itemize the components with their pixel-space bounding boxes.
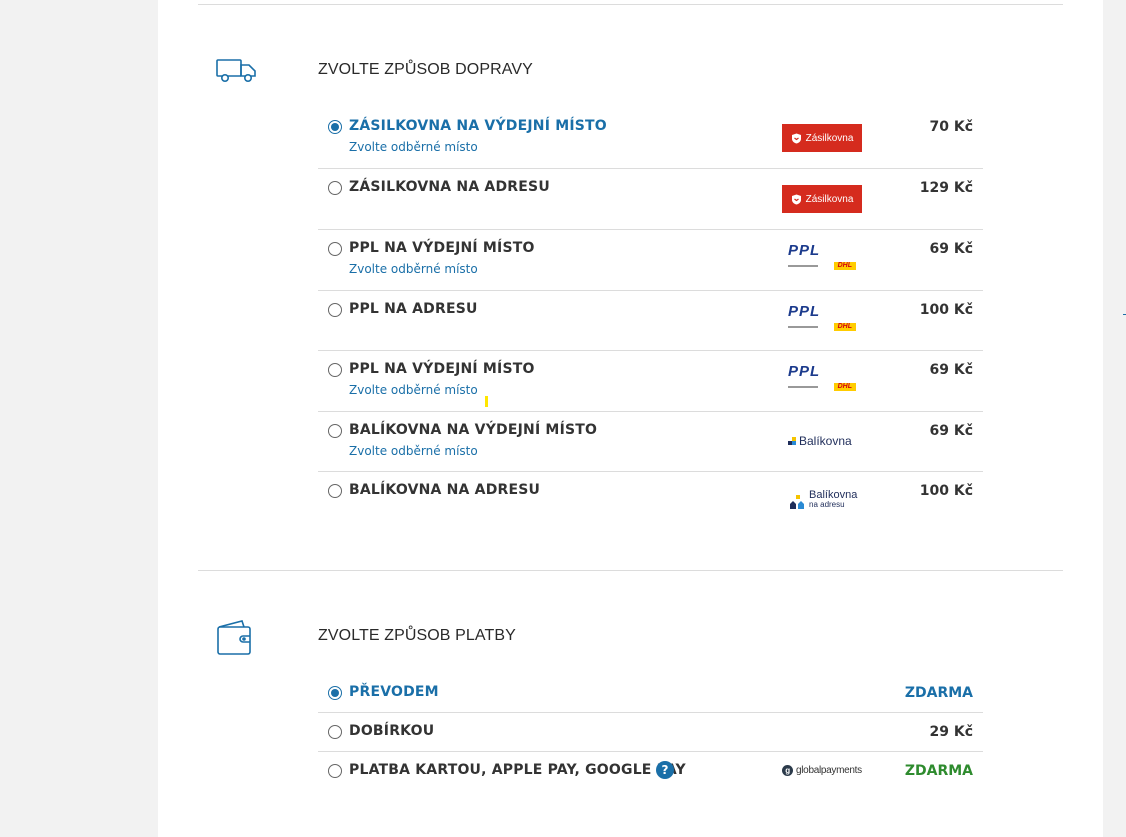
- option-price: 100 Kč: [919, 302, 973, 318]
- payment-option-bank-transfer[interactable]: PŘEVODEM ZDARMA: [318, 674, 983, 713]
- option-price: 70 Kč: [929, 119, 973, 135]
- houses-icon: [790, 495, 804, 509]
- option-label[interactable]: DOBÍRKOU: [349, 723, 434, 739]
- shipping-option-balikovna-address[interactable]: BALÍKOVNA NA ADRESU Balíkovna na adresu …: [318, 472, 983, 532]
- balikovna-logo: Balíkovna: [788, 433, 852, 449]
- radio-button[interactable]: [328, 484, 342, 498]
- zasilkovna-logo: Zásilkovna: [782, 124, 862, 152]
- option-price: ZDARMA: [904, 685, 973, 701]
- shield-icon: [791, 133, 801, 143]
- payment-option-cash-on-delivery[interactable]: DOBÍRKOU 29 Kč: [318, 713, 983, 752]
- shipping-options: ZÁSILKOVNA NA VÝDEJNÍ MÍSTO Zvolte odběr…: [318, 108, 983, 532]
- choose-pickup-point-link[interactable]: Zvolte odběrné místo: [349, 262, 478, 276]
- radio-button[interactable]: [328, 120, 342, 134]
- choose-pickup-point-link[interactable]: Zvolte odběrné místo: [349, 444, 478, 458]
- radio-button[interactable]: [328, 303, 342, 317]
- shipping-title: ZVOLTE ZPŮSOB DOPRAVY: [318, 61, 533, 78]
- shield-icon: [791, 194, 801, 204]
- option-label[interactable]: BALÍKOVNA NA ADRESU: [349, 482, 540, 498]
- zasilkovna-logo: Zásilkovna: [782, 185, 862, 213]
- ppl-logo: PPL DHL: [788, 243, 856, 274]
- divider: [198, 570, 1063, 571]
- choose-pickup-point-link[interactable]: Zvolte odběrné místo: [349, 383, 478, 397]
- balikovna-address-logo: Balíkovna na adresu: [790, 490, 857, 510]
- radio-button[interactable]: [328, 686, 342, 700]
- option-label[interactable]: PPL NA VÝDEJNÍ MÍSTO: [349, 240, 535, 256]
- shipping-option-balikovna-pickup[interactable]: BALÍKOVNA NA VÝDEJNÍ MÍSTO Zvolte odběrn…: [318, 412, 983, 472]
- wallet-icon: [216, 619, 254, 661]
- shipping-option-ppl-pickup[interactable]: PPL NA VÝDEJNÍ MÍSTO Zvolte odběrné míst…: [318, 230, 983, 291]
- help-icon[interactable]: ?: [656, 761, 674, 779]
- option-price: ZDARMA: [904, 763, 973, 779]
- radio-button[interactable]: [328, 764, 342, 778]
- payment-option-card[interactable]: PLATBA KARTOU, APPLE PAY, GOOGLE PAY ? g…: [318, 752, 983, 791]
- shipping-option-zasilkovna-address[interactable]: ZÁSILKOVNA NA ADRESU Zásilkovna 129 Kč: [318, 169, 983, 230]
- ppl-logo: PPL DHL: [788, 304, 856, 335]
- option-price: 69 Kč: [929, 362, 973, 378]
- option-price: 100 Kč: [919, 483, 973, 499]
- option-label[interactable]: ZÁSILKOVNA NA ADRESU: [349, 179, 550, 195]
- divider: [198, 4, 1063, 5]
- choose-pickup-point-link[interactable]: Zvolte odběrné místo: [349, 140, 478, 154]
- option-price: 29 Kč: [929, 724, 973, 740]
- option-label[interactable]: PŘEVODEM: [349, 684, 439, 700]
- radio-button[interactable]: [328, 424, 342, 438]
- shipping-option-ppl-pickup-2[interactable]: PPL NA VÝDEJNÍ MÍSTO Zvolte odběrné míst…: [318, 351, 983, 412]
- balikovna-mark-icon: [788, 437, 796, 445]
- option-label[interactable]: ZÁSILKOVNA NA VÝDEJNÍ MÍSTO: [349, 118, 607, 134]
- radio-button[interactable]: [328, 242, 342, 256]
- radio-button[interactable]: [328, 181, 342, 195]
- truck-icon: [216, 58, 258, 88]
- option-price: 69 Kč: [929, 423, 973, 439]
- radio-button[interactable]: [328, 363, 342, 377]
- globalpayments-logo: g globalpayments: [782, 765, 862, 776]
- option-price: 69 Kč: [929, 241, 973, 257]
- ppl-logo: PPL DHL: [788, 364, 856, 395]
- option-price: 129 Kč: [919, 180, 973, 196]
- payment-options: PŘEVODEM ZDARMA DOBÍRKOU 29 Kč PLATBA KA…: [318, 674, 983, 791]
- option-label[interactable]: PLATBA KARTOU, APPLE PAY, GOOGLE PAY: [349, 762, 686, 778]
- radio-button[interactable]: [328, 725, 342, 739]
- option-label[interactable]: PPL NA VÝDEJNÍ MÍSTO: [349, 361, 535, 377]
- shipping-option-zasilkovna-pickup[interactable]: ZÁSILKOVNA NA VÝDEJNÍ MÍSTO Zvolte odběr…: [318, 108, 983, 169]
- shipping-option-ppl-address[interactable]: PPL NA ADRESU PPL DHL 100 Kč: [318, 291, 983, 351]
- option-label[interactable]: BALÍKOVNA NA VÝDEJNÍ MÍSTO: [349, 422, 597, 438]
- highlight-mark: [485, 396, 488, 407]
- checkout-panel: ZVOLTE ZPŮSOB DOPRAVY ZÁSILKOVNA NA VÝDE…: [158, 0, 1103, 837]
- option-label[interactable]: PPL NA ADRESU: [349, 301, 478, 317]
- payment-title: ZVOLTE ZPŮSOB PLATBY: [318, 627, 516, 644]
